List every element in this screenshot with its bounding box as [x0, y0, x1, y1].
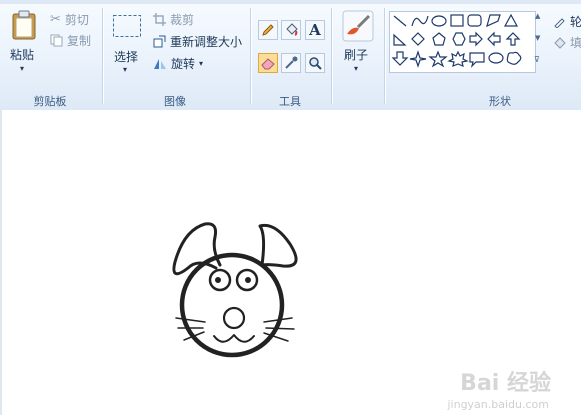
rotate-button[interactable]: 旋转 ▾: [153, 54, 203, 72]
paste-button[interactable]: 粘贴 ▾: [6, 10, 42, 78]
rotate-dropdown-arrow[interactable]: ▾: [199, 59, 203, 68]
separator: [331, 8, 332, 104]
color-picker-icon: [285, 56, 298, 69]
separator: [250, 8, 251, 104]
fill-icon: [286, 23, 298, 36]
resize-icon: [153, 35, 166, 48]
outline-button[interactable]: 轮: [553, 12, 581, 30]
paste-label: 粘贴: [10, 48, 35, 62]
shapes-scroll-down[interactable]: ▼: [535, 34, 540, 42]
separator: [384, 8, 385, 104]
paste-dropdown-arrow[interactable]: ▾: [20, 64, 24, 73]
shapes-expand[interactable]: ⊽: [534, 55, 540, 64]
scissors-icon: ✂: [50, 11, 61, 27]
brush-label: 刷子: [344, 48, 369, 62]
shapes-scroll-up[interactable]: ▲: [535, 12, 540, 20]
magnifier-icon: [309, 57, 322, 70]
shapes-gallery-icons: [391, 13, 522, 68]
paste-icon: [12, 10, 36, 40]
crop-icon: [153, 12, 166, 26]
magnifier-tool[interactable]: [305, 53, 325, 73]
ribbon: 粘贴 ▾ ✂ 剪切 复制 剪贴板 选择 ▾ 裁剪 重新调整大小 旋转 ▾ 图像 …: [0, 0, 581, 111]
cut-label: 剪切: [64, 12, 89, 27]
fill-shape-label: 填: [570, 35, 581, 50]
select-button[interactable]: 选择 ▾: [110, 12, 144, 78]
text-tool[interactable]: A: [305, 20, 325, 40]
color-picker-tool[interactable]: [281, 53, 301, 73]
rotate-icon: [153, 57, 167, 70]
brush-button[interactable]: 刷子 ▾: [340, 10, 376, 78]
copy-button[interactable]: 复制: [50, 31, 91, 49]
fill-tool[interactable]: [281, 20, 301, 40]
text-icon: A: [309, 21, 321, 39]
separator: [102, 8, 103, 104]
shapes-group-label: 形状: [489, 95, 511, 108]
fill-shape-icon: [553, 36, 566, 49]
rotate-label: 旋转: [171, 56, 196, 71]
pencil-icon: [262, 24, 274, 36]
eraser-icon: [261, 58, 275, 70]
brush-icon: [342, 10, 374, 42]
select-label: 选择: [114, 50, 139, 64]
watermark: Bai 经验: [460, 371, 551, 396]
fill-shape-button[interactable]: 填: [553, 33, 581, 51]
image-group-label: 图像: [164, 95, 186, 108]
drawing-canvas[interactable]: Bai 经验 jingyan.baidu.com: [0, 110, 581, 415]
selection-rectangle-icon: [113, 15, 141, 37]
pencil-tool[interactable]: [258, 20, 278, 40]
resize-button[interactable]: 重新调整大小: [153, 32, 242, 50]
copy-icon: [50, 34, 63, 47]
crop-label: 裁剪: [170, 12, 195, 27]
select-dropdown-arrow[interactable]: ▾: [123, 65, 127, 74]
resize-label: 重新调整大小: [170, 34, 243, 49]
clipboard-group-label: 剪贴板: [33, 95, 67, 108]
copy-label: 复制: [67, 33, 92, 48]
brush-dropdown-arrow[interactable]: ▾: [354, 64, 358, 73]
eraser-tool[interactable]: [258, 53, 278, 73]
shapes-gallery: [389, 11, 536, 73]
ribbon-top-border: [0, 0, 581, 4]
outline-label: 轮: [570, 14, 581, 29]
cut-button[interactable]: ✂ 剪切: [50, 10, 89, 28]
crop-button[interactable]: 裁剪: [153, 10, 194, 28]
outline-icon: [553, 15, 566, 28]
tools-group-label: 工具: [279, 95, 301, 108]
watermark-url: jingyan.baidu.com: [447, 398, 549, 411]
